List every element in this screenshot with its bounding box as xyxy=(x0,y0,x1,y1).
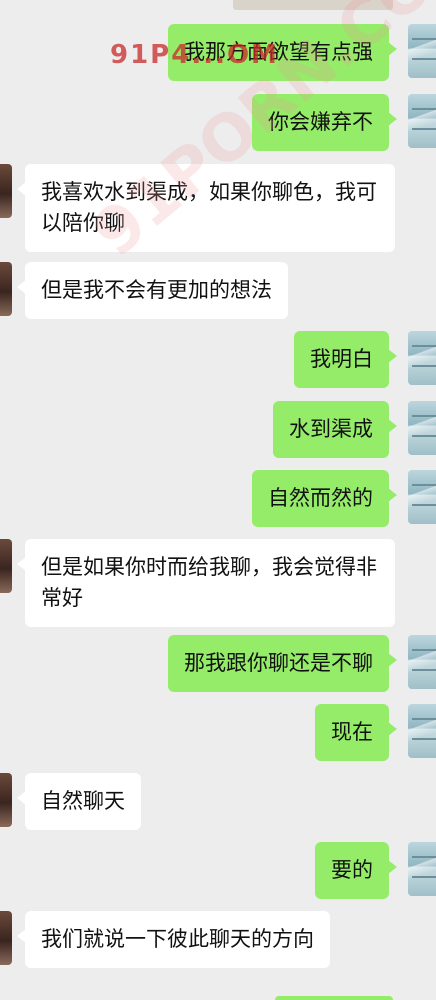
message-text: 你会嫌弃不 xyxy=(268,110,373,134)
self-avatar[interactable] xyxy=(408,24,436,78)
message-text: 但是如果你时而给我聊，我会觉得非常好 xyxy=(41,555,377,610)
incoming-message-bubble[interactable]: 但是我不会有更加的想法 xyxy=(17,262,288,319)
contact-avatar[interactable] xyxy=(0,164,12,218)
incoming-message-bubble[interactable]: 自然聊天 xyxy=(17,773,141,830)
contact-avatar[interactable] xyxy=(0,539,12,593)
message-text: 我喜欢水到渠成，如果你聊色，我可以陪你聊 xyxy=(41,180,377,235)
message-text: 我明白 xyxy=(310,347,373,371)
self-avatar[interactable] xyxy=(408,635,436,689)
previous-message-image-edge xyxy=(233,0,393,10)
incoming-message-bubble[interactable]: 但是如果你时而给我聊，我会觉得非常好 xyxy=(17,539,395,627)
self-avatar[interactable] xyxy=(408,470,436,524)
contact-avatar[interactable] xyxy=(0,911,12,965)
message-text: 现在 xyxy=(331,720,373,744)
contact-avatar[interactable] xyxy=(0,773,12,827)
incoming-message-bubble[interactable]: 我们就说一下彼此聊天的方向 xyxy=(17,911,330,968)
outgoing-message-bubble[interactable]: 自然而然的 xyxy=(252,470,397,527)
outgoing-message-bubble[interactable]: 你会嫌弃不 xyxy=(252,94,397,151)
message-text: 自然聊天 xyxy=(41,789,125,813)
self-avatar[interactable] xyxy=(408,704,436,758)
message-text: 要的 xyxy=(331,858,373,882)
outgoing-message-bubble[interactable]: 要的 xyxy=(315,842,397,899)
message-text: 那我跟你聊还是不聊 xyxy=(184,651,373,675)
outgoing-message-bubble[interactable]: 水到渠成 xyxy=(273,401,397,458)
self-avatar[interactable] xyxy=(408,401,436,455)
self-avatar[interactable] xyxy=(408,331,436,385)
outgoing-message-bubble[interactable]: 现在 xyxy=(315,704,397,761)
outgoing-message-bubble[interactable]: 我明白 xyxy=(294,331,397,388)
outgoing-message-bubble[interactable]: 我那方面欲望有点强 xyxy=(168,24,397,81)
self-avatar[interactable] xyxy=(408,842,436,896)
incoming-message-bubble[interactable]: 我喜欢水到渠成，如果你聊色，我可以陪你聊 xyxy=(17,164,395,252)
message-text: 我那方面欲望有点强 xyxy=(184,40,373,64)
next-message-bubble-edge xyxy=(275,996,393,1000)
message-text: 但是我不会有更加的想法 xyxy=(41,278,272,302)
outgoing-message-bubble[interactable]: 那我跟你聊还是不聊 xyxy=(168,635,397,692)
message-text: 水到渠成 xyxy=(289,417,373,441)
contact-avatar[interactable] xyxy=(0,262,12,316)
self-avatar[interactable] xyxy=(408,94,436,148)
message-text: 自然而然的 xyxy=(268,486,373,510)
message-text: 我们就说一下彼此聊天的方向 xyxy=(41,927,314,951)
